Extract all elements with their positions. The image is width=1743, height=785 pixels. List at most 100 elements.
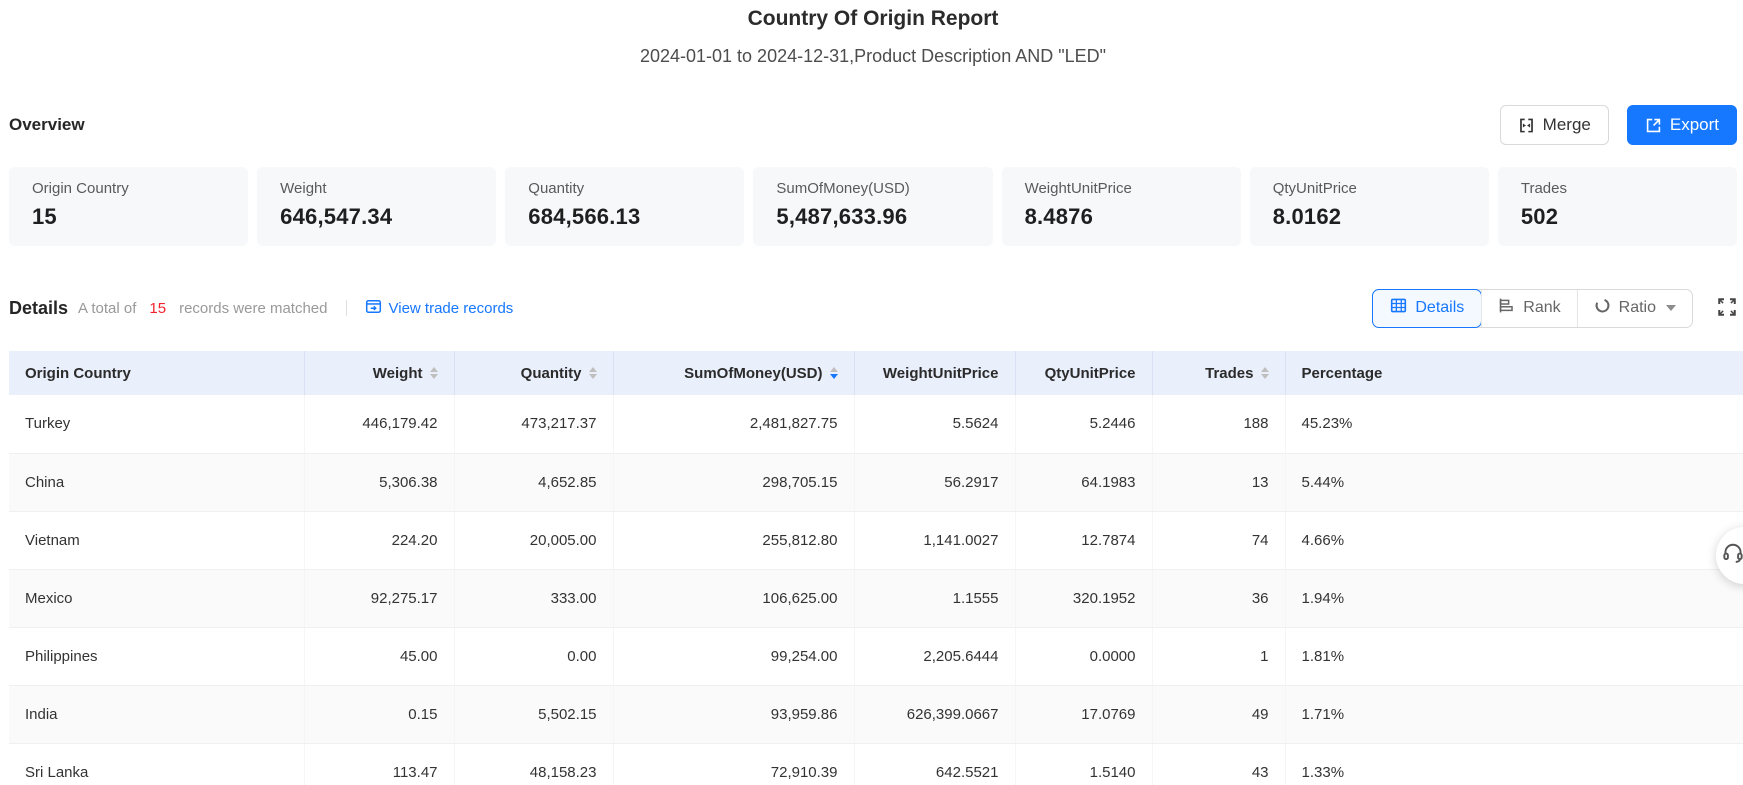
column-header-quantity[interactable]: Quantity [454,351,613,395]
cell-weight: 446,179.42 [304,395,454,453]
column-header-qty-unit-price: QtyUnitPrice [1015,351,1152,395]
column-header-weight[interactable]: Weight [304,351,454,395]
cell-trades: 74 [1152,511,1285,569]
summary-prefix: A total of [78,300,136,317]
view-mode-details-label: Details [1415,299,1464,317]
cell-weight-unit-price: 2,205.6444 [854,627,1015,685]
card-label: WeightUnitPrice [1025,180,1218,197]
sort-icon [1261,367,1269,379]
sort-icon-desc-active [830,367,838,379]
ratio-ring-icon [1594,297,1611,319]
cell-trades: 13 [1152,453,1285,511]
card-sum-of-money: SumOfMoney(USD) 5,487,633.96 [753,167,992,246]
cell-weight: 0.15 [304,685,454,743]
table-row: India 0.15 5,502.15 93,959.86 626,399.06… [9,685,1743,743]
cell-quantity: 48,158.23 [454,743,613,785]
export-button-label: Export [1670,115,1719,135]
cell-quantity: 4,652.85 [454,453,613,511]
cell-weight-unit-price: 5.5624 [854,395,1015,453]
card-value: 684,566.13 [528,204,721,230]
rank-bars-icon [1498,297,1515,319]
card-value: 15 [32,204,225,230]
column-header-weight-unit-price: WeightUnitPrice [854,351,1015,395]
merge-button-label: Merge [1543,115,1591,135]
card-value: 8.4876 [1025,204,1218,230]
merge-button[interactable]: Merge [1500,105,1609,145]
card-label: Quantity [528,180,721,197]
card-label: Trades [1521,180,1714,197]
cell-sum-of-money: 298,705.15 [613,453,854,511]
card-label: QtyUnitPrice [1273,180,1466,197]
cell-quantity: 20,005.00 [454,511,613,569]
cell-trades: 43 [1152,743,1285,785]
card-value: 8.0162 [1273,204,1466,230]
cell-weight: 92,275.17 [304,569,454,627]
cell-qty-unit-price: 320.1952 [1015,569,1152,627]
cell-quantity: 473,217.37 [454,395,613,453]
merge-cells-icon [1518,117,1535,134]
report-header: Country Of Origin Report 2024-01-01 to 2… [9,0,1737,67]
chevron-down-icon [1666,305,1676,311]
table-row: China 5,306.38 4,652.85 298,705.15 56.29… [9,453,1743,511]
cell-weight-unit-price: 1,141.0027 [854,511,1015,569]
summary-suffix: records were matched [179,300,327,317]
view-mode-details-button[interactable]: Details [1372,289,1482,328]
view-mode-rank-button[interactable]: Rank [1481,290,1576,327]
table-row: Philippines 45.00 0.00 99,254.00 2,205.6… [9,627,1743,685]
card-label: SumOfMoney(USD) [776,180,969,197]
cell-sum-of-money: 72,910.39 [613,743,854,785]
cell-percentage: 1.33% [1285,743,1743,785]
cell-trades: 36 [1152,569,1285,627]
card-origin-country: Origin Country 15 [9,167,248,246]
cell-trades: 49 [1152,685,1285,743]
export-button[interactable]: Export [1627,105,1737,145]
table-row: Sri Lanka 113.47 48,158.23 72,910.39 642… [9,743,1743,785]
cell-origin-country: Mexico [9,569,304,627]
cell-weight-unit-price: 642.5521 [854,743,1015,785]
cell-qty-unit-price: 12.7874 [1015,511,1152,569]
view-mode-rank-label: Rank [1523,299,1560,317]
cell-trades: 188 [1152,395,1285,453]
cell-percentage: 4.66% [1285,511,1743,569]
cell-weight-unit-price: 626,399.0667 [854,685,1015,743]
details-bar: Details A total of 15 records were match… [9,287,1737,329]
cell-qty-unit-price: 17.0769 [1015,685,1152,743]
cell-qty-unit-price: 1.5140 [1015,743,1152,785]
fullscreen-button[interactable] [1717,297,1737,320]
view-trade-records-label: View trade records [389,300,514,317]
card-trades: Trades 502 [1498,167,1737,246]
sort-icon [589,367,597,379]
cell-weight: 5,306.38 [304,453,454,511]
view-mode-ratio-button[interactable]: Ratio [1577,290,1692,327]
table-row: Mexico 92,275.17 333.00 106,625.00 1.155… [9,569,1743,627]
cell-sum-of-money: 106,625.00 [613,569,854,627]
card-label: Weight [280,180,473,197]
cell-origin-country: China [9,453,304,511]
cell-quantity: 333.00 [454,569,613,627]
cell-percentage: 1.94% [1285,569,1743,627]
card-value: 5,487,633.96 [776,204,969,230]
details-section-title: Details [9,298,68,319]
card-qty-unit-price: QtyUnitPrice 8.0162 [1250,167,1489,246]
report-subtitle: 2024-01-01 to 2024-12-31,Product Descrip… [9,46,1737,67]
cell-sum-of-money: 2,481,827.75 [613,395,854,453]
table-row: Vietnam 224.20 20,005.00 255,812.80 1,14… [9,511,1743,569]
view-mode-ratio-label: Ratio [1619,299,1656,317]
column-header-trades[interactable]: Trades [1152,351,1285,395]
cell-qty-unit-price: 64.1983 [1015,453,1152,511]
divider [346,300,347,316]
cell-origin-country: Philippines [9,627,304,685]
cell-weight: 113.47 [304,743,454,785]
cell-weight: 45.00 [304,627,454,685]
table-row: Turkey 446,179.42 473,217.37 2,481,827.7… [9,395,1743,453]
column-header-sum-of-money[interactable]: SumOfMoney(USD) [613,351,854,395]
cell-weight-unit-price: 56.2917 [854,453,1015,511]
cell-percentage: 5.44% [1285,453,1743,511]
cell-percentage: 45.23% [1285,395,1743,453]
trade-records-icon [365,298,382,319]
view-trade-records-link[interactable]: View trade records [365,298,514,319]
overview-actions: Merge Export [1500,105,1737,145]
cell-sum-of-money: 93,959.86 [613,685,854,743]
country-of-origin-report-page: Country Of Origin Report 2024-01-01 to 2… [0,0,1743,785]
view-mode-controls: Details Rank [1372,289,1737,328]
